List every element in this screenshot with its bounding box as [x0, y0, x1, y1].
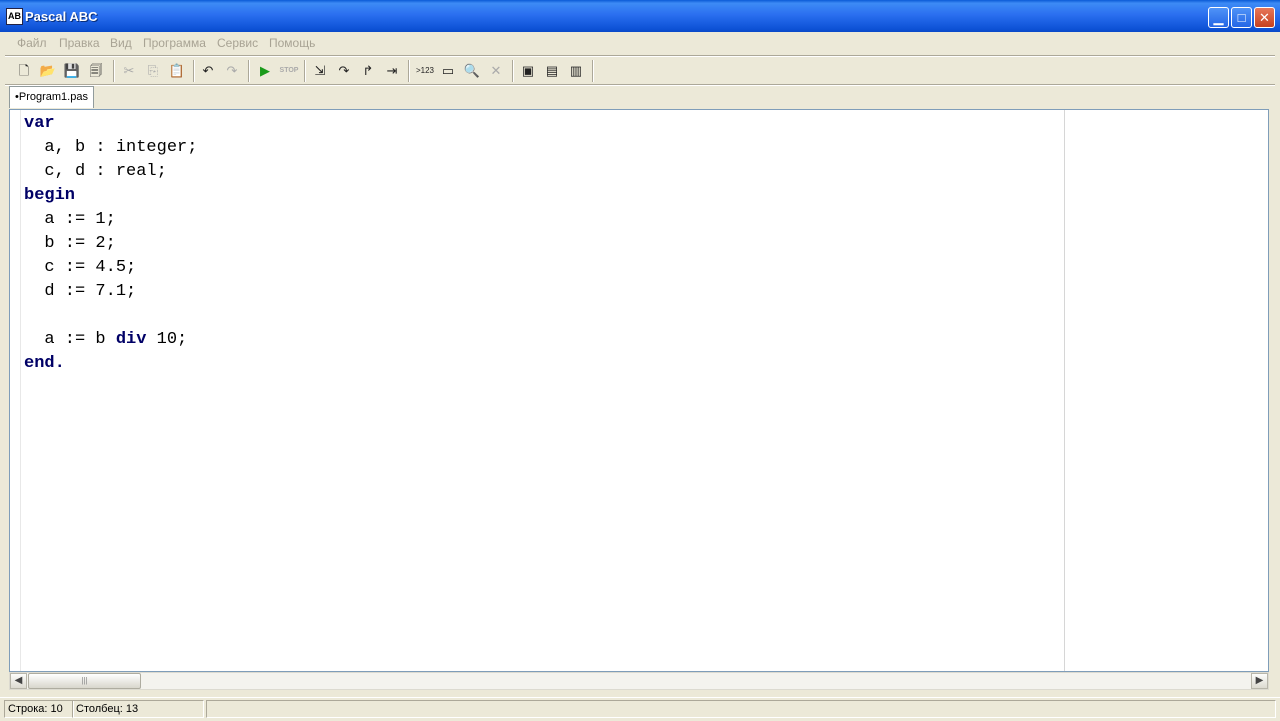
status-column: Столбец: 13 [72, 700, 204, 718]
status-bar: Строка: 10 Столбец: 13 [0, 697, 1280, 721]
paste-icon[interactable]: 📋 [166, 60, 188, 82]
code-line: c, d : real; [24, 160, 197, 184]
menu-service[interactable]: Сервис [217, 36, 258, 50]
stop-icon[interactable]: STOP [278, 60, 300, 82]
step-over-icon[interactable]: ↷ [333, 60, 355, 82]
code-line: var [24, 112, 197, 136]
menu-file[interactable]: Файл [17, 36, 47, 50]
undo-icon[interactable]: ↶ [197, 60, 219, 82]
open-file-icon[interactable]: 📂 [37, 60, 59, 82]
menu-program[interactable]: Программа [143, 36, 206, 50]
menu-bar: Файл Правка Вид Программа Сервис Помощь [5, 32, 1275, 54]
step-into-icon[interactable]: ⇲ [309, 60, 331, 82]
compile-icon[interactable]: ▣ [517, 60, 539, 82]
run-icon[interactable]: ▶ [254, 60, 276, 82]
code-keyword: var [24, 114, 55, 133]
code-token: c, d : real; [24, 162, 167, 181]
menu-help[interactable]: Помощь [269, 36, 315, 50]
toolbar-separator [304, 60, 306, 82]
menu-view[interactable]: Вид [110, 36, 132, 50]
window-title: Pascal ABC [25, 9, 98, 24]
code-editor[interactable]: var a, b : integer; c, d : real; begin a … [9, 109, 1269, 672]
status-empty-panel [206, 700, 1276, 718]
tab-program1[interactable]: •Program1.pas [9, 86, 94, 108]
copy-icon[interactable]: ⎘ [142, 60, 164, 82]
run-to-cursor-icon[interactable]: ⇥ [381, 60, 403, 82]
editor-gutter [10, 110, 21, 671]
code-token: 10; [146, 330, 188, 349]
save-all-icon[interactable]: 🗐 [85, 60, 107, 82]
new-file-icon[interactable]: 🗋 [13, 60, 35, 82]
rebuild-icon[interactable]: ▥ [565, 60, 587, 82]
redo-icon[interactable]: ↷ [221, 60, 243, 82]
toolbar-separator [193, 60, 195, 82]
toolbar: 🗋 📂 💾 🗐 ✂ ⎘ 📋 ↶ ↷ ▶ STOP ⇲ ↷ ↱ ⇥ >123 ▭ … [5, 57, 1275, 85]
horizontal-scrollbar[interactable]: ◀ ||| ▶ [9, 672, 1269, 690]
code-line: begin [24, 184, 197, 208]
code-line: a := 1; [24, 208, 197, 232]
code-line: a, b : integer; [24, 136, 197, 160]
title-bar: AB Pascal ABC ▁ □ ✕ [0, 0, 1280, 32]
scroll-thumb[interactable]: ||| [28, 673, 141, 689]
step-out-icon[interactable]: ↱ [357, 60, 379, 82]
code-keyword: begin [24, 186, 76, 205]
code-line: end. [24, 352, 197, 376]
code-line: c := 4.5; [24, 256, 197, 280]
find-icon[interactable]: 🔍 [461, 60, 483, 82]
toolbar-separator [512, 60, 514, 82]
code-token: a, b : integer; [24, 138, 198, 157]
code-token: a := 1; [24, 210, 116, 229]
menu-edit[interactable]: Правка [59, 36, 100, 50]
code-keyword: div [115, 330, 147, 349]
compile-all-icon[interactable]: ▤ [541, 60, 563, 82]
toolbar-separator [113, 60, 115, 82]
code-line: b := 2; [24, 232, 197, 256]
maximize-button[interactable]: □ [1231, 7, 1252, 28]
status-row: Строка: 10 [4, 700, 74, 718]
toolbar-separator [248, 60, 250, 82]
scroll-right-arrow-icon[interactable]: ▶ [1251, 673, 1268, 689]
output-window-icon[interactable]: ▭ [437, 60, 459, 82]
code-text: var a, b : integer; c, d : real; begin a … [24, 112, 197, 376]
tab-row: •Program1.pas [5, 85, 1275, 109]
cut-icon[interactable]: ✂ [118, 60, 140, 82]
code-line: a := b div 10; [24, 328, 197, 352]
right-margin-line [1064, 110, 1065, 671]
scroll-left-arrow-icon[interactable]: ◀ [10, 673, 27, 689]
code-token: a := b [24, 330, 116, 349]
code-token: b := 2; [24, 234, 116, 253]
toolbar-separator [408, 60, 410, 82]
watch-icon[interactable]: >123 [411, 60, 439, 82]
clear-icon[interactable]: ✕ [485, 60, 507, 82]
code-keyword: end. [24, 354, 65, 373]
toolbar-separator [592, 60, 594, 82]
minimize-button[interactable]: ▁ [1208, 7, 1229, 28]
close-button[interactable]: ✕ [1254, 7, 1275, 28]
code-token: c := 4.5; [24, 258, 137, 277]
code-token: d := 7.1; [24, 282, 137, 301]
save-icon[interactable]: 💾 [61, 60, 83, 82]
code-line: d := 7.1; [24, 280, 197, 304]
app-icon: AB [6, 8, 23, 25]
